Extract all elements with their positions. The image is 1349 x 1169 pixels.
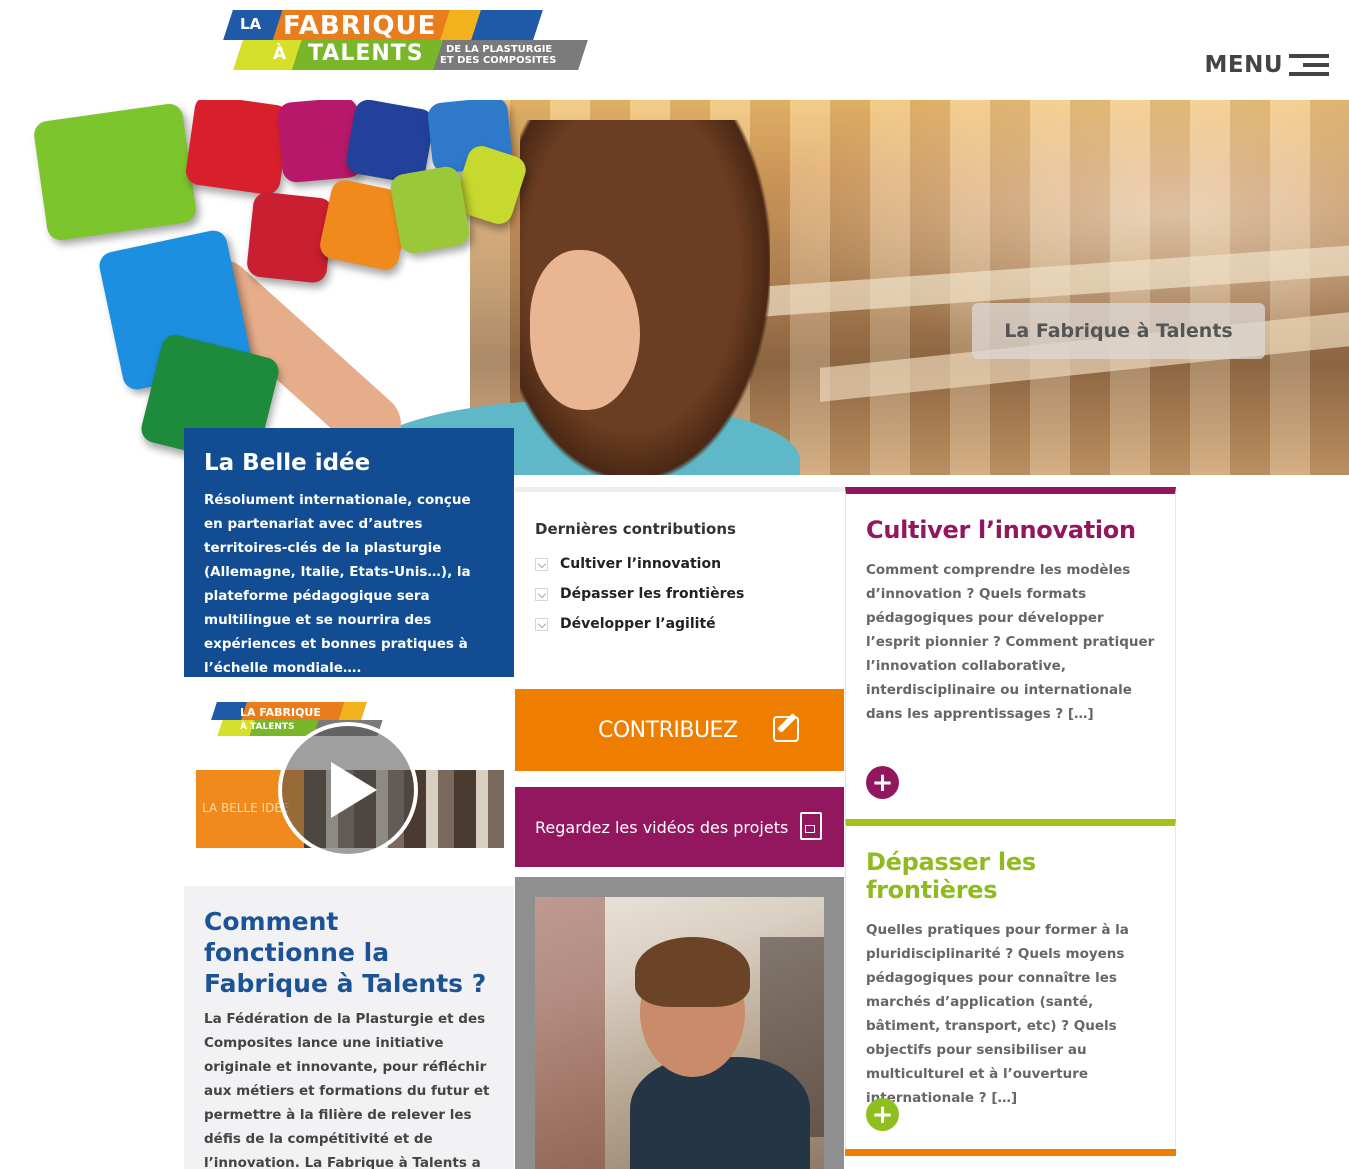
hero-caption-button[interactable]: La Fabrique à Talents (972, 303, 1265, 359)
puzzle-piece-icon (184, 100, 291, 197)
logo-fabrique: FABRIQUE (283, 11, 437, 41)
plus-icon[interactable]: + (866, 766, 899, 799)
logo-la: LA (240, 15, 262, 33)
menu-button[interactable]: MENU (1204, 52, 1329, 78)
plus-glyph: + (871, 767, 894, 798)
latest-contributions: Dernières contributions Cultiver l’innov… (515, 487, 844, 687)
video-logo-line1: LA FABRIQUE (240, 706, 321, 719)
card-text: Comment comprendre les modèles d’innovat… (866, 562, 1155, 722)
how-it-works-section: Comment fonctionne la Fabrique à Talents… (184, 886, 514, 1169)
logo-a: À (273, 44, 287, 64)
contributions-list: Cultiver l’innovation Dépasser les front… (535, 556, 824, 632)
card-title[interactable]: Dépasser les frontières (866, 848, 1155, 904)
logo-subtitle-2: ET DES COMPOSITES (440, 55, 557, 66)
contribution-item[interactable]: Cultiver l’innovation (535, 556, 824, 572)
watch-videos-button[interactable]: Regardez les vidéos des projets (515, 787, 844, 867)
play-icon (331, 762, 377, 818)
card-depasser-frontieres: Dépasser les frontières Quelles pratique… (845, 819, 1176, 1149)
contribution-label: Dépasser les frontières (560, 586, 745, 602)
plus-glyph: + (871, 1099, 894, 1130)
logo-talents: TALENTS (308, 41, 424, 66)
photo-background-left (535, 897, 605, 1169)
workshop-photo[interactable] (535, 897, 824, 1169)
video-strip-text: LA BELLE IDÉE (202, 801, 290, 815)
site-logo[interactable]: LA FABRIQUE À TALENTS DE LA PLASTURGIE E… (223, 10, 588, 72)
contribution-label: Développer l’agilité (560, 616, 716, 632)
contribution-label: Cultiver l’innovation (560, 556, 722, 572)
contribuez-label: CONTRIBUEZ (598, 717, 738, 743)
puzzle-piece-icon (32, 102, 198, 242)
card-next-top (845, 1149, 1176, 1169)
photo-person-body (630, 1057, 810, 1169)
card-title[interactable]: Cultiver l’innovation (866, 516, 1155, 544)
belle-idee-text: Résolument internationale, conçue en par… (204, 492, 471, 676)
video-thumbnail[interactable]: LA FABRIQUE À TALENTS LA BELLE IDÉE (184, 698, 514, 886)
how-it-works-text: La Fédération de la Plasturgie et des Co… (204, 1011, 490, 1169)
belle-idee-title: La Belle idée (204, 450, 371, 476)
plus-icon[interactable]: + (866, 1098, 899, 1131)
belle-idee-panel[interactable]: La Belle idée Résolument internationale,… (184, 428, 514, 677)
how-it-works-title: Comment fonctionne la Fabrique à Talents… (204, 907, 487, 998)
video-file-icon (800, 812, 822, 840)
logo-subtitle-1: DE LA PLASTURGIE (446, 44, 553, 55)
contribution-item[interactable]: Dépasser les frontières (535, 586, 824, 602)
watch-videos-label: Regardez les vidéos des projets (535, 817, 789, 837)
chevron-down-icon (535, 617, 548, 631)
contribuez-button[interactable]: CONTRIBUEZ (515, 689, 844, 771)
card-cultiver-innovation: Cultiver l’innovation Comment comprendre… (845, 487, 1176, 818)
hamburger-icon (1289, 52, 1329, 78)
menu-label: MENU (1204, 52, 1283, 78)
latest-contributions-title: Dernières contributions (535, 520, 736, 538)
chevron-down-icon (535, 557, 548, 571)
edit-icon (773, 713, 799, 742)
video-logo-line2: À TALENTS (240, 722, 295, 732)
contribution-item[interactable]: Développer l’agilité (535, 616, 824, 632)
photo-person-hair (635, 937, 750, 1007)
hero-banner (0, 100, 1349, 475)
chevron-down-icon (535, 587, 548, 601)
play-button[interactable] (278, 722, 418, 858)
puzzle-piece-icon (388, 164, 472, 256)
card-text: Quelles pratiques pour former à la pluri… (866, 922, 1129, 1106)
